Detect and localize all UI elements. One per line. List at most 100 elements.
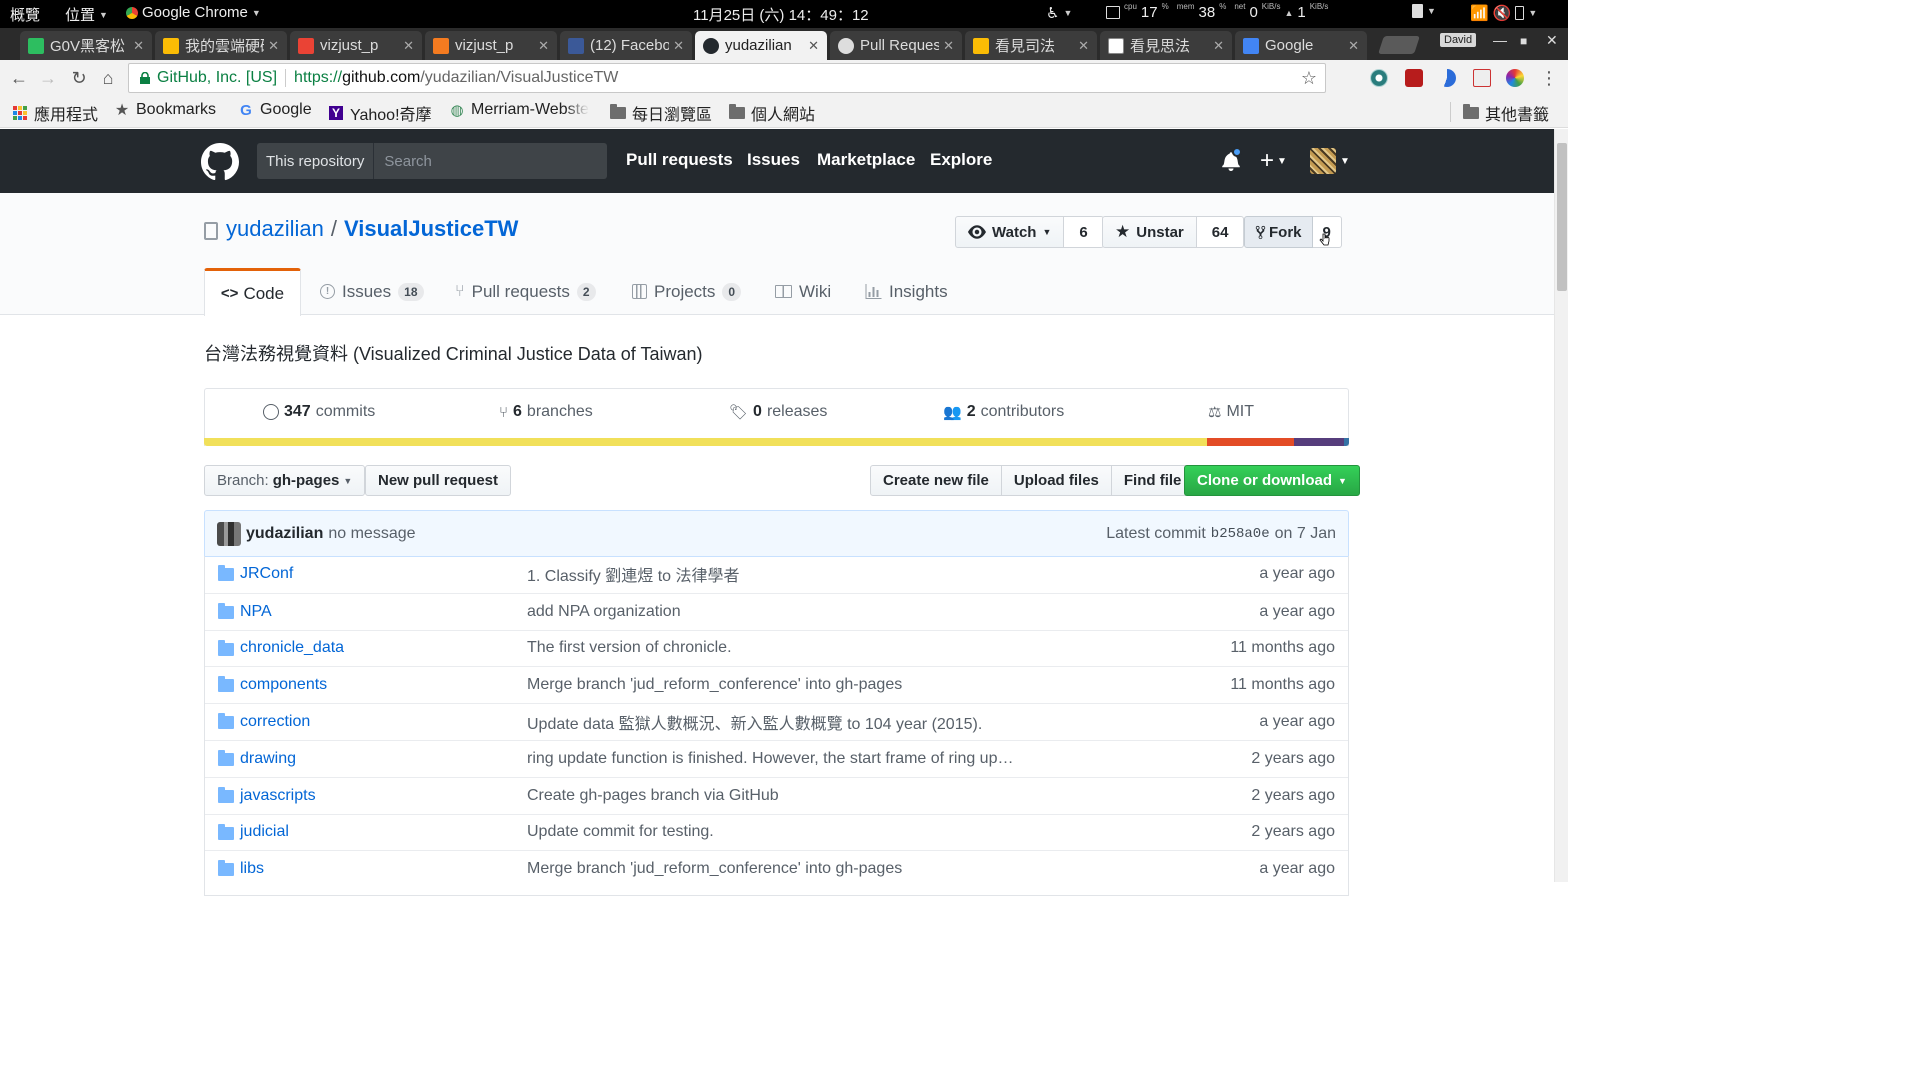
file-commit-message-link[interactable]: The first version of chronicle.	[527, 639, 732, 657]
browser-tab[interactable]: 看見思法 ✕	[1100, 31, 1232, 60]
other-bookmarks[interactable]: 其他書籤	[1463, 101, 1549, 125]
browser-tab[interactable]: vizjust_p ✕	[290, 31, 422, 60]
avatar[interactable]	[217, 521, 241, 546]
search-input[interactable]	[374, 143, 607, 179]
system-monitor[interactable]: cpu 17% mem 38% net 0 KiB/s ▲ 1 KiB/s	[1106, 2, 1328, 21]
extension-icon[interactable]	[1370, 69, 1388, 87]
file-commit-message-link[interactable]: Update commit for testing.	[527, 823, 714, 841]
branch-selector[interactable]: Branch: gh-pages ▼	[204, 465, 366, 496]
repo-owner-link[interactable]: yudazilian	[226, 216, 324, 242]
nav-explore[interactable]: Explore	[930, 150, 992, 170]
nav-issues[interactable]: Issues	[747, 150, 800, 170]
bookmark-item[interactable]: Y Yahoo!奇摩	[328, 101, 432, 125]
note-extension-icon[interactable]	[1473, 69, 1491, 87]
minimize-icon[interactable]: —	[1493, 32, 1507, 48]
file-name-link[interactable]: JRConf	[240, 565, 293, 583]
clone-download-button[interactable]: Clone or download ▼	[1184, 465, 1360, 496]
profile-button[interactable]: David	[1440, 33, 1477, 47]
clock[interactable]: 11月25日 (六) 14：49：12	[693, 4, 869, 25]
github-logo-icon[interactable]	[201, 143, 239, 181]
browser-tab[interactable]: vizjust_p ✕	[425, 31, 557, 60]
watch-count[interactable]: 6	[1064, 216, 1104, 248]
forward-arrow-icon[interactable]: →	[37, 67, 59, 89]
file-commit-message-link[interactable]: Merge branch 'jud_reform_conference' int…	[527, 860, 902, 878]
close-tab-icon[interactable]: ✕	[403, 38, 414, 54]
color-picker-icon[interactable]	[1506, 69, 1524, 87]
new-pull-request-button[interactable]: New pull request	[365, 465, 512, 496]
close-tab-icon[interactable]: ✕	[1078, 38, 1089, 54]
create-new-menu[interactable]: + ▼	[1260, 147, 1287, 175]
tab-pull-requests[interactable]: ⑂ Pull requests 2	[455, 268, 596, 315]
browser-tab[interactable]: yudazilian ✕	[695, 31, 827, 60]
scrollbar-thumb[interactable]	[1557, 143, 1567, 291]
upload-files-button[interactable]: Upload files	[1000, 465, 1112, 496]
file-commit-message-link[interactable]: Create gh-pages branch via GitHub	[527, 787, 779, 805]
file-name-link[interactable]: NPA	[240, 603, 272, 621]
browser-tab[interactable]: Pull Requests✕	[830, 31, 962, 60]
star-count[interactable]: 64	[1196, 216, 1245, 248]
tab-code[interactable]: <> Code	[204, 268, 301, 316]
home-icon[interactable]: ⌂	[97, 67, 119, 89]
file-name-link[interactable]: chronicle_data	[240, 639, 344, 657]
branches-link[interactable]: ⑂ 6 branches	[499, 403, 593, 421]
close-tab-icon[interactable]: ✕	[1213, 38, 1224, 54]
browser-tab[interactable]: Google ✕	[1235, 31, 1367, 60]
bookmark-item[interactable]: 每日瀏覽區	[610, 101, 712, 125]
bookmark-item[interactable]: 個人網站	[729, 101, 815, 125]
tab-issues[interactable]: ! Issues 18	[320, 268, 424, 315]
file-commit-message-link[interactable]: ring update function is finished. Howeve…	[527, 750, 1013, 768]
releases-link[interactable]: 🏷 0 releases	[729, 403, 827, 421]
file-name-link[interactable]: correction	[240, 713, 310, 731]
tab-wiki[interactable]: Wiki	[775, 268, 831, 315]
activities-button[interactable]: 概覽	[10, 4, 40, 25]
commit-author-link[interactable]: yudazilian	[246, 525, 323, 543]
system-status-menu[interactable]: 📶 🔇 ▼	[1470, 4, 1537, 22]
find-file-button[interactable]: Find file	[1110, 465, 1195, 496]
bookmark-item[interactable]: ◍ Merriam-Webste	[449, 101, 589, 119]
tab-insights[interactable]: Insights	[865, 268, 948, 315]
clipboard-menu[interactable]: ▼	[1412, 4, 1436, 18]
close-window-icon[interactable]: ✕	[1546, 32, 1558, 49]
license-link[interactable]: ⚖ MIT	[1208, 403, 1254, 421]
browser-tab[interactable]: 看見司法 ✕	[965, 31, 1097, 60]
new-tab-button[interactable]	[1378, 36, 1420, 54]
nav-marketplace[interactable]: Marketplace	[817, 150, 915, 170]
bookmark-item[interactable]: 應用程式	[12, 101, 98, 125]
file-name-link[interactable]: components	[240, 676, 327, 694]
browser-tab[interactable]: (12) Facebook✕	[560, 31, 692, 60]
commit-message[interactable]: no message	[328, 525, 415, 543]
file-commit-message-link[interactable]: Update data 監獄人數概況、新入監人數概覽 to 104 year (…	[527, 710, 982, 734]
browser-tab[interactable]: 我的雲端硬碟✕	[155, 31, 287, 60]
file-commit-message-link[interactable]: Merge branch 'jud_reform_conference' int…	[527, 676, 902, 694]
back-arrow-icon[interactable]: ←	[8, 67, 30, 89]
maximize-icon[interactable]: ■	[1520, 34, 1527, 48]
close-tab-icon[interactable]: ✕	[673, 38, 684, 54]
moon-extension-icon[interactable]	[1438, 69, 1456, 87]
close-tab-icon[interactable]: ✕	[1348, 38, 1359, 54]
close-tab-icon[interactable]: ✕	[943, 38, 954, 54]
language-bar[interactable]	[204, 438, 1349, 446]
bookmark-item[interactable]: ★ Bookmarks	[114, 101, 216, 119]
commits-link[interactable]: 347 commits	[263, 403, 375, 421]
places-menu[interactable]: 位置 ▼	[65, 4, 108, 25]
create-new-file-button[interactable]: Create new file	[870, 465, 1002, 496]
browser-tab[interactable]: G0V黑客松 ✕	[20, 31, 152, 60]
close-tab-icon[interactable]: ✕	[133, 38, 144, 54]
omnibox[interactable]: GitHub, Inc. [US] https://github.com/yud…	[128, 63, 1326, 93]
file-name-link[interactable]: drawing	[240, 750, 296, 768]
file-commit-message-link[interactable]: 1. Classify 劉連煜 to 法律學者	[527, 562, 739, 586]
file-name-link[interactable]: libs	[240, 860, 264, 878]
file-name-link[interactable]: judicial	[240, 823, 289, 841]
fork-button[interactable]: Fork	[1244, 216, 1313, 248]
close-tab-icon[interactable]: ✕	[538, 38, 549, 54]
file-commit-message-link[interactable]: add NPA organization	[527, 603, 681, 621]
accessibility-menu[interactable]: ♿ ▼	[1046, 4, 1072, 22]
chrome-menu-icon[interactable]: ⋮	[1538, 67, 1560, 89]
file-name-link[interactable]: javascripts	[240, 787, 316, 805]
app-menu[interactable]: Google Chrome ▼	[126, 4, 261, 21]
reload-icon[interactable]: ↻	[68, 67, 90, 89]
bookmark-star-icon[interactable]: ☆	[1301, 68, 1317, 89]
close-tab-icon[interactable]: ✕	[808, 38, 819, 54]
nav-pull-requests[interactable]: Pull requests	[626, 150, 733, 170]
contributors-link[interactable]: 👥 2 contributors	[943, 403, 1064, 421]
